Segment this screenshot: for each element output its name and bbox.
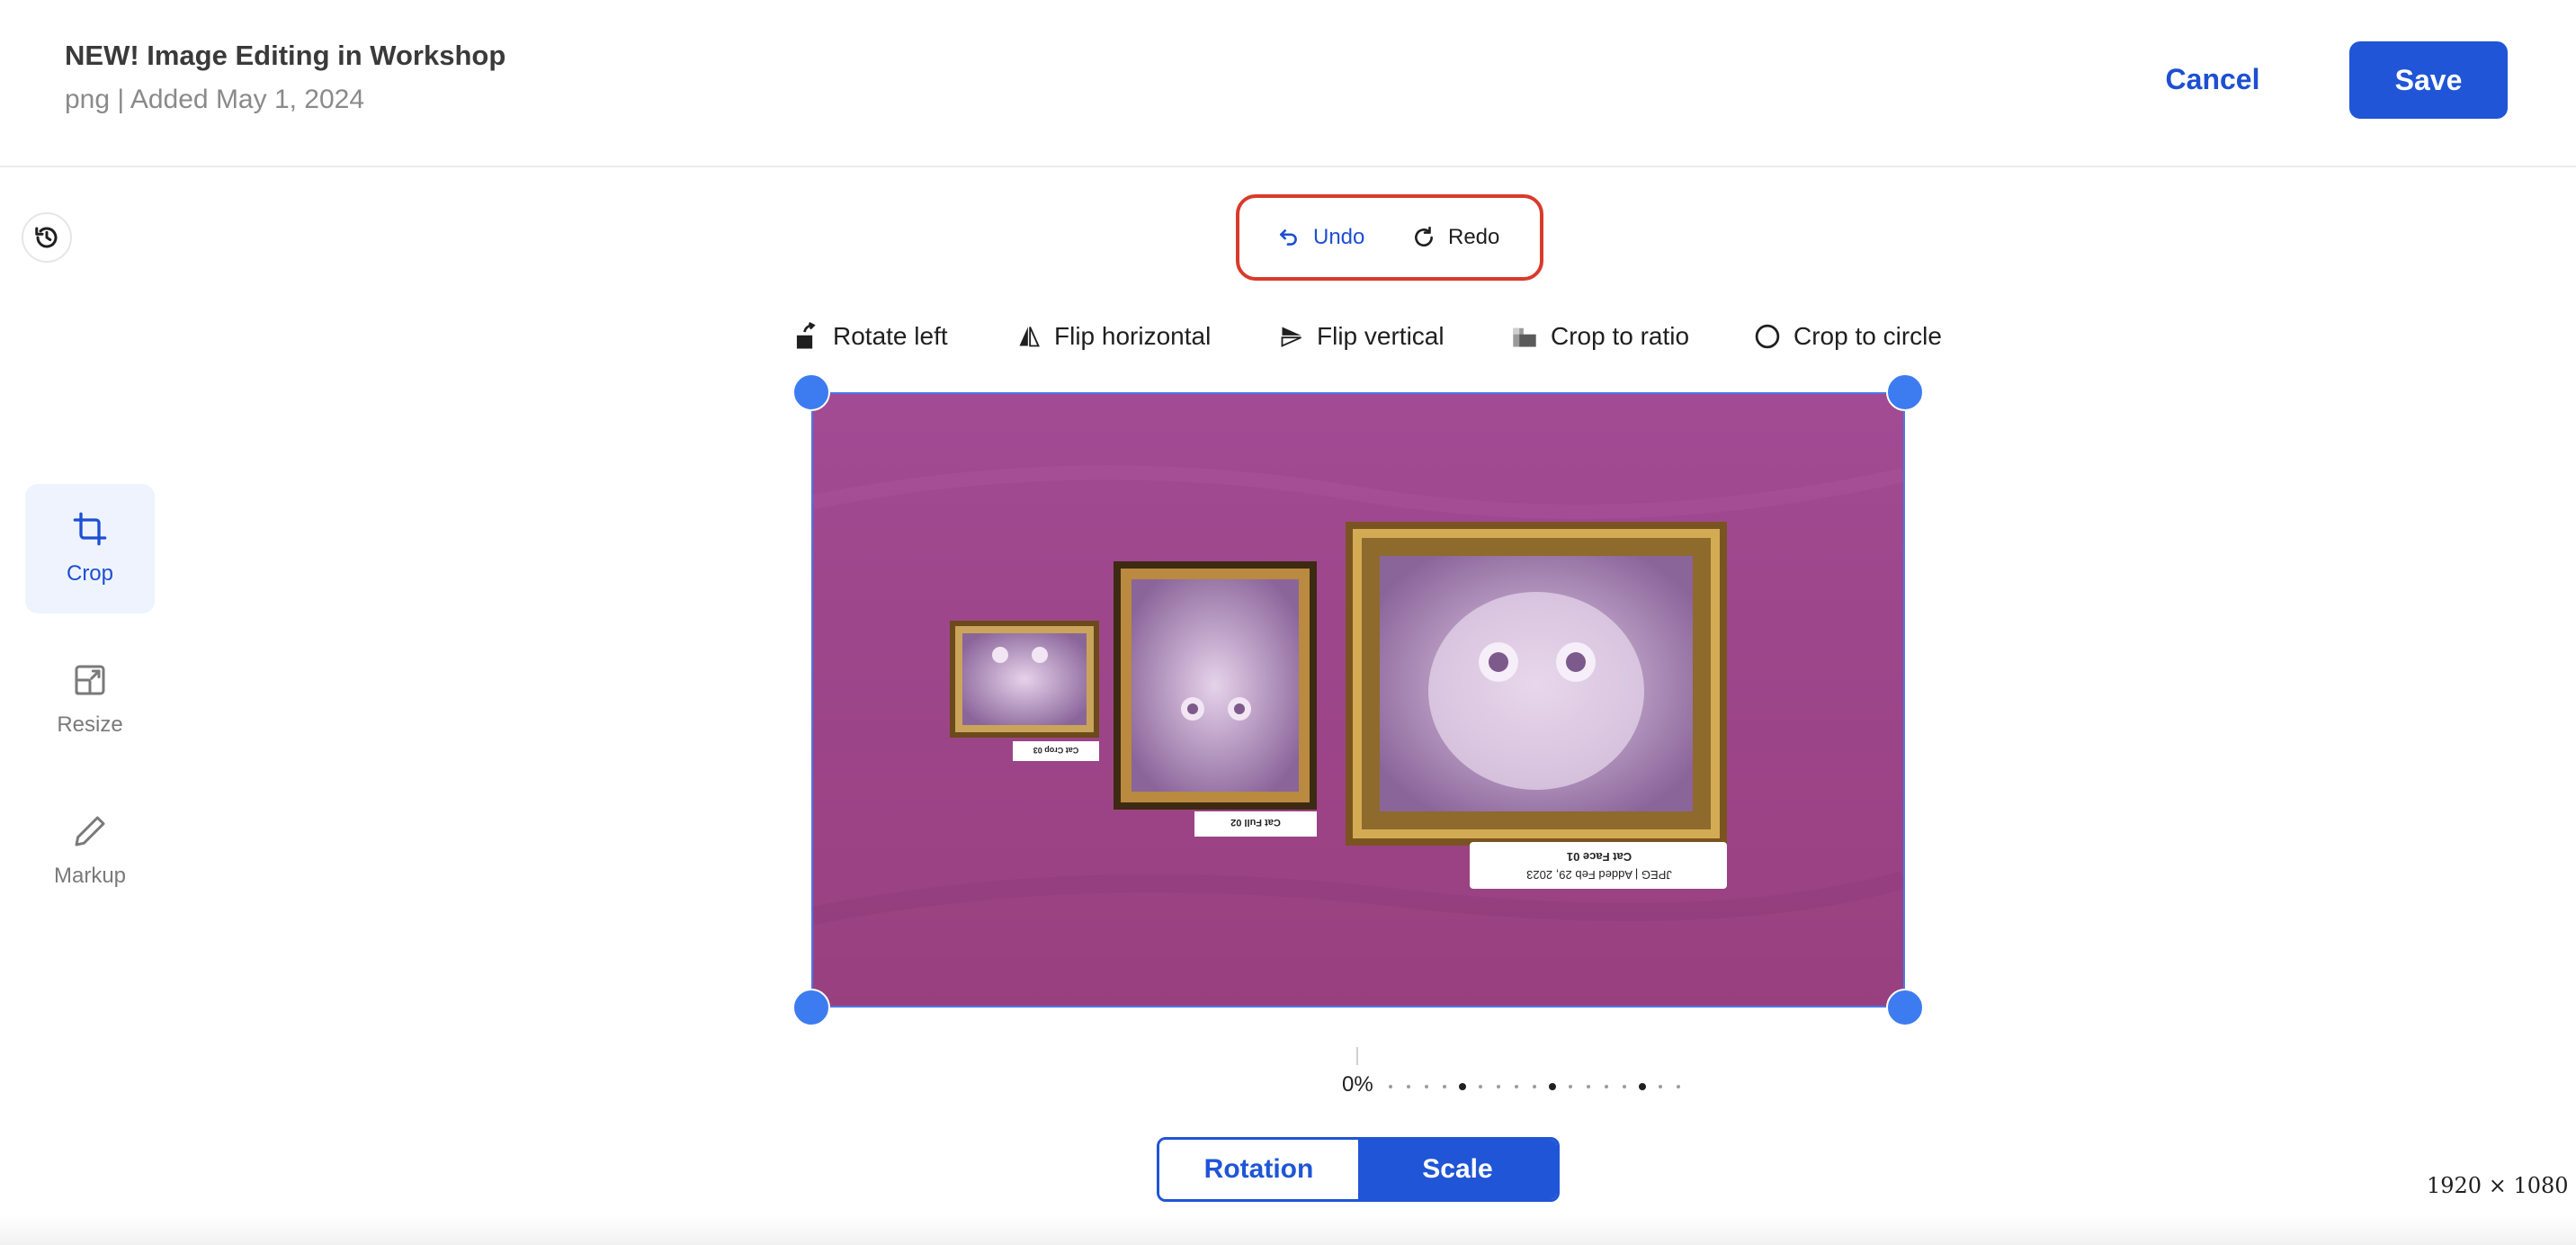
action-label: Flip horizontal: [1054, 322, 1212, 350]
undo-button[interactable]: Undo: [1277, 216, 1364, 259]
slider-tick: [1459, 1083, 1466, 1090]
action-label: Crop to ratio: [1551, 322, 1690, 350]
file-meta: png | Added May 1, 2024: [65, 85, 365, 114]
frame-caption: Cat Face 01: [1567, 850, 1632, 864]
flip-horizontal-button[interactable]: Flip horizontal: [1016, 317, 1211, 356]
slider-tick: [1443, 1085, 1446, 1088]
action-label: Rotate left: [833, 322, 948, 350]
flip-vertical-button[interactable]: Flip vertical: [1279, 317, 1445, 356]
frame-caption: Cat Full 02: [1230, 817, 1281, 828]
slider-tick: [1659, 1085, 1662, 1088]
crop-to-circle-button[interactable]: Crop to circle: [1754, 317, 1942, 356]
slider-tick: [1569, 1085, 1572, 1088]
crop-to-ratio-button[interactable]: Crop to ratio: [1511, 317, 1689, 356]
slider-tick: [1425, 1085, 1428, 1088]
crop-handle-bottom-right[interactable]: [1886, 989, 1924, 1026]
mode-toggle: Rotation Scale: [1157, 1137, 1560, 1202]
sidebar-item-crop[interactable]: Crop: [25, 484, 155, 614]
bottom-edge: [0, 1214, 2576, 1245]
slider-center-marker: [1356, 1047, 1358, 1065]
slider-tick: [1587, 1085, 1590, 1088]
rotate-left-icon: [796, 322, 816, 349]
flip-horizontal-icon: [1019, 327, 1040, 347]
save-button[interactable]: Save: [2349, 41, 2508, 119]
undo-label: Undo: [1313, 225, 1365, 249]
slider-tick: [1497, 1085, 1500, 1088]
image-canvas[interactable]: Cat Crop 03 Cat Full 02 Cat Face 01 JPEG…: [811, 392, 1905, 1008]
image-dimensions: 1920 × 1080: [2427, 1173, 2569, 1198]
redo-label: Redo: [1448, 225, 1500, 249]
resize-icon: [75, 665, 105, 695]
slider-tick: [1515, 1085, 1518, 1088]
slider-tick: [1677, 1085, 1680, 1088]
slider-tick: [1605, 1085, 1608, 1088]
slider-tick: [1623, 1085, 1626, 1088]
slider-track[interactable]: [1389, 1081, 1696, 1092]
slider-tick: [1533, 1085, 1536, 1088]
redo-button[interactable]: Redo: [1412, 216, 1499, 259]
crop-icon: [73, 512, 107, 546]
scale-tab[interactable]: Scale: [1358, 1140, 1557, 1199]
action-label: Crop to circle: [1793, 322, 1942, 350]
image-preview: Cat Crop 03 Cat Full 02 Cat Face 01 JPEG…: [813, 394, 1903, 1006]
circle-icon: [1755, 324, 1780, 349]
rotation-tab[interactable]: Rotation: [1159, 1140, 1358, 1199]
page-title: NEW! Image Editing in Workshop: [65, 40, 506, 71]
flip-vertical-icon: [1281, 327, 1301, 347]
slider-tick: [1479, 1085, 1482, 1088]
sidebar-item-label: Markup: [53, 864, 127, 888]
undo-redo-group: Undo Redo: [1236, 194, 1543, 281]
pencil-icon: [75, 816, 105, 846]
slider-tick: [1389, 1085, 1392, 1088]
history-button[interactable]: [22, 212, 72, 263]
redo-icon: [1415, 226, 1433, 247]
sidebar-item-label: Crop: [66, 561, 114, 586]
slider-value: 0%: [1342, 1072, 1373, 1097]
frame-caption: Cat Crop 03: [1033, 746, 1079, 755]
slider-tick: [1549, 1083, 1556, 1090]
sidebar-item-resize[interactable]: Resize: [25, 635, 155, 765]
crop-ratio-icon: [1513, 327, 1536, 347]
slider-tick: [1407, 1085, 1410, 1088]
cancel-button[interactable]: Cancel: [2141, 41, 2285, 117]
crop-handle-bottom-left[interactable]: [792, 989, 830, 1026]
history-icon: [35, 227, 58, 248]
slider-tick: [1639, 1083, 1646, 1090]
action-label: Flip vertical: [1317, 322, 1445, 350]
crop-handle-top-left[interactable]: [792, 373, 830, 411]
editor-header: NEW! Image Editing in Workshop png | Add…: [0, 0, 2576, 167]
rotate-left-button[interactable]: Rotate left: [793, 317, 948, 356]
sidebar-item-markup[interactable]: Markup: [25, 786, 155, 916]
crop-handle-top-right[interactable]: [1886, 373, 1924, 411]
frame-caption: JPEG | Added Feb 29, 2023: [1526, 868, 1672, 882]
undo-icon: [1280, 229, 1297, 246]
sidebar-item-label: Resize: [57, 712, 123, 737]
